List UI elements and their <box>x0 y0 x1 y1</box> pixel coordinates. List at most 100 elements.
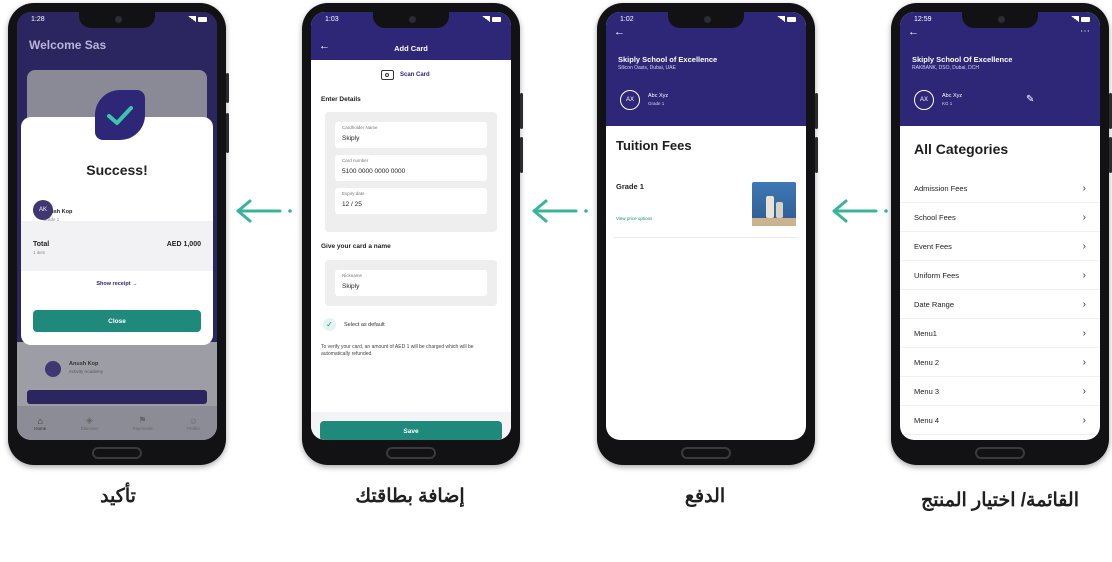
student-name: Abc Xyz <box>942 93 963 99</box>
category-item-event[interactable]: Event Fees › <box>900 232 1100 261</box>
caption-list: القائمة/ اختيار المنتج <box>920 490 1079 511</box>
categories-screen: 12:59 ← ⋯ Skiply School Of Excellence RA… <box>900 12 1100 440</box>
close-button[interactable]: Close <box>33 310 201 332</box>
card-number-field[interactable]: Card number 5100 0000 0000 0000 <box>335 155 487 181</box>
show-receipt-label: Show receipt <box>96 281 131 287</box>
phone-add-card: 1:03 ← Add Card Scan Card Enter Details … <box>302 3 523 465</box>
nickname-value: Skiply <box>342 283 360 290</box>
caption-confirm: تأكيد <box>100 486 136 507</box>
nav-profile-label: Profile <box>187 425 200 431</box>
category-item-menu1[interactable]: Menu1 › <box>900 319 1100 348</box>
arrow-right-icon: → <box>132 281 138 287</box>
nav-home-label: Home <box>34 425 47 431</box>
flow-arrow-icon <box>832 199 888 223</box>
student-name: Abc Xyz <box>648 93 669 99</box>
flow-arrow-icon <box>532 199 588 223</box>
nav-discover[interactable]: ◈ Discover <box>81 415 99 431</box>
chevron-right-icon: › <box>1082 327 1086 339</box>
category-label: Menu 4 <box>914 415 940 425</box>
total-items: 1 item <box>33 250 46 255</box>
cardholder-field[interactable]: Cardholder Name Skiply <box>335 122 487 148</box>
caption-payment: الدفع <box>684 486 726 507</box>
check-icon: ✓ <box>323 318 336 331</box>
grade-label: Grade 1 <box>616 182 644 191</box>
category-label: Menu1 <box>914 328 937 338</box>
scan-card-button[interactable]: Scan Card <box>381 70 430 80</box>
add-card-title: Add Card <box>394 44 428 53</box>
nickname-box: Nickname Skiply <box>325 260 497 306</box>
chevron-right-icon: › <box>1082 240 1086 252</box>
tuition-title: Tuition Fees <box>616 138 692 153</box>
school-address: RAKBANK, DSO, Dubai, DCH <box>912 65 979 71</box>
category-item-menu3[interactable]: Menu 3 › <box>900 377 1100 406</box>
status-time: 12:59 <box>914 16 932 23</box>
category-item-school[interactable]: School Fees › <box>900 203 1100 232</box>
chevron-right-icon: › <box>1082 414 1086 426</box>
chevron-right-icon: › <box>1082 356 1086 368</box>
category-label: Uniform Fees <box>914 270 960 280</box>
category-label: Menu 2 <box>914 357 940 367</box>
success-screen: 1:28 Welcome Sas Anush Kop Activity Acad… <box>17 12 217 440</box>
verify-notice: To verify your card, an amount of AED 1 … <box>321 344 474 357</box>
category-item-admission[interactable]: Admission Fees › <box>900 174 1100 203</box>
school-name: Skiply School of Excellence <box>618 55 718 64</box>
student-avatar: AX <box>914 90 934 110</box>
expiry-field[interactable]: Expiry date 12 / 25 <box>335 188 487 214</box>
nav-home[interactable]: ⌂ Home <box>34 416 46 431</box>
card-number-value: 5100 0000 0000 0000 <box>342 168 406 175</box>
cardholder-value: Skiply <box>342 135 360 142</box>
total-label: Total <box>33 241 50 248</box>
phone-payment: 1:02 ← Skiply School of Excellence Silic… <box>597 3 818 465</box>
nav-payments[interactable]: ⚑ Payments <box>133 415 153 431</box>
nav-payments-label: Payments <box>132 426 153 431</box>
grade-card[interactable]: Grade 1 View price options <box>614 176 798 238</box>
add-card-screen: 1:03 ← Add Card Scan Card Enter Details … <box>311 12 511 440</box>
success-avatar: AK <box>33 200 53 220</box>
cardholder-label: Cardholder Name <box>342 125 378 130</box>
bottom-nav: ⌂ Home ◈ Discover ⚑ Payments ☺ Profile <box>17 406 217 440</box>
default-checkbox[interactable]: ✓ Select as default <box>323 318 385 331</box>
category-item-menu4[interactable]: Menu 4 › <box>900 406 1100 435</box>
category-label: Menu 3 <box>914 386 940 396</box>
camera-icon <box>381 70 394 80</box>
status-time: 1:03 <box>325 16 339 23</box>
success-heading: Success! <box>86 162 148 178</box>
chevron-right-icon: › <box>1082 298 1086 310</box>
flow-arrow-icon <box>236 199 292 223</box>
category-item-date-range[interactable]: Date Range › <box>900 290 1100 319</box>
category-label: Admission Fees <box>914 183 968 193</box>
save-button[interactable]: Save <box>320 421 502 440</box>
expiry-value: 12 / 25 <box>342 201 362 208</box>
price-options-link[interactable]: View price options <box>616 216 652 221</box>
payment-screen: 1:02 ← Skiply School of Excellence Silic… <box>606 12 806 440</box>
nav-profile[interactable]: ☺ Profile <box>187 416 200 431</box>
card-number-label: Card number <box>342 158 369 163</box>
enter-details-heading: Enter Details <box>321 96 361 103</box>
category-label: Event Fees <box>914 241 952 251</box>
expiry-label: Expiry date <box>342 191 365 196</box>
give-name-heading: Give your card a name <box>321 243 391 250</box>
chevron-right-icon: › <box>1082 269 1086 281</box>
nickname-field[interactable]: Nickname Skiply <box>335 270 487 296</box>
check-badge-icon <box>95 90 145 140</box>
show-receipt-link[interactable]: Show receipt → <box>21 281 213 287</box>
school-name: Skiply School Of Excellence <box>912 55 1013 64</box>
caption-add-card: إضافة بطاقتك <box>355 486 465 507</box>
background-name: Anush Kop <box>69 361 99 367</box>
flow-stage: 1:28 Welcome Sas Anush Kop Activity Acad… <box>0 0 1112 562</box>
status-time: 1:02 <box>620 16 634 23</box>
card-details-box: Cardholder Name Skiply Card number 5100 00… <box>325 112 497 232</box>
edit-icon[interactable]: ✎ <box>1026 94 1034 105</box>
chevron-right-icon: › <box>1082 211 1086 223</box>
phone-success: 1:28 Welcome Sas Anush Kop Activity Acad… <box>8 3 229 465</box>
background-sub: Activity Academy <box>69 369 104 374</box>
student-grade: KG 1 <box>942 101 953 106</box>
chevron-right-icon: › <box>1082 385 1086 397</box>
phone-categories: 12:59 ← ⋯ Skiply School Of Excellence RA… <box>891 3 1112 465</box>
category-item-menu2[interactable]: Menu 2 › <box>900 348 1100 377</box>
welcome-title: Welcome Sas <box>29 38 107 52</box>
scan-card-label: Scan Card <box>400 72 430 78</box>
nav-discover-label: Discover <box>80 426 99 431</box>
student-avatar: AX <box>620 90 640 110</box>
category-item-uniform[interactable]: Uniform Fees › <box>900 261 1100 290</box>
